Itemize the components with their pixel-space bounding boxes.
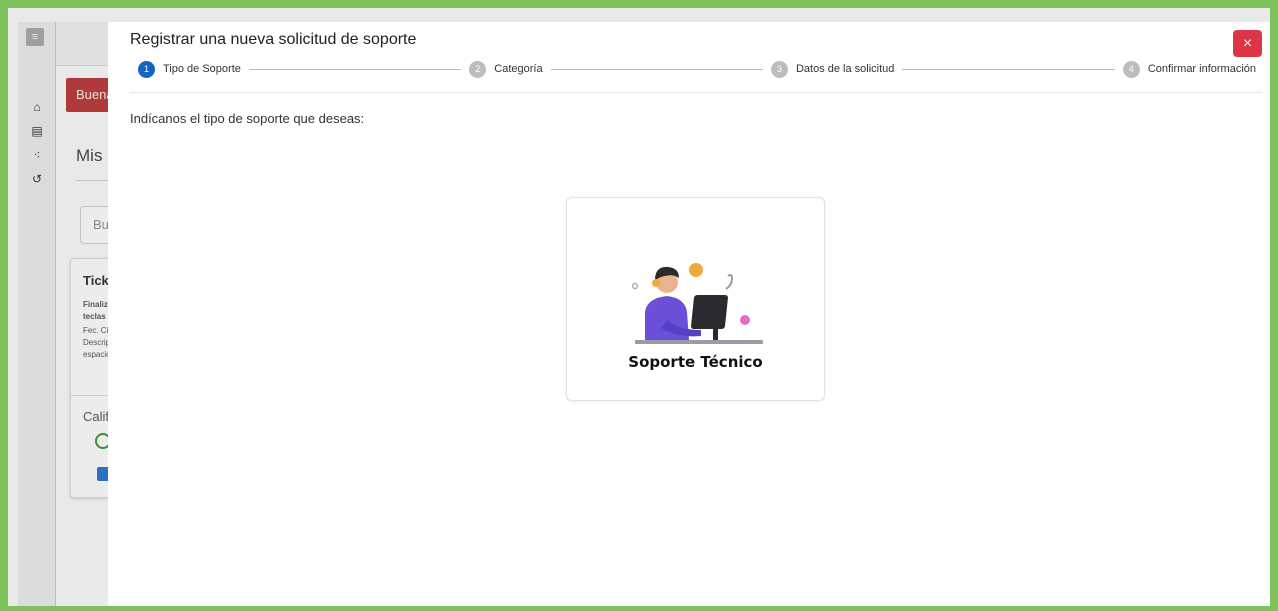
step-label: Datos de la solicitud: [795, 63, 895, 75]
header-divider: [130, 92, 1262, 93]
step-connector: [550, 68, 763, 70]
step-label: Confirmar información: [1147, 63, 1257, 75]
new-ticket-icon[interactable]: ▤: [30, 124, 44, 138]
home-icon[interactable]: ⌂: [30, 100, 44, 114]
support-request-modal: Registrar una nueva solicitud de soporte…: [108, 22, 1270, 606]
ticket-line: Finaliz: [83, 300, 108, 309]
step-connector: [902, 68, 1115, 70]
step-label: Tipo de Soporte: [163, 63, 241, 75]
step-number-badge: 3: [770, 60, 788, 78]
close-button[interactable]: ×: [1233, 30, 1262, 57]
side-rail: ≡ ⌂ ▤ ⁖ ↺: [18, 22, 56, 606]
org-chart-icon[interactable]: ⁖: [30, 148, 44, 162]
step-number-badge: 2: [469, 60, 487, 78]
stepper: 1 Tipo de Soporte 2 Categoría 3 Datos de…: [138, 59, 1256, 79]
step-confirmar-informacion[interactable]: 4 Confirmar información: [1122, 60, 1257, 78]
ticket-line: espacio: [83, 350, 111, 359]
option-soporte-tecnico[interactable]: Soporte Técnico: [566, 197, 825, 401]
history-icon[interactable]: ↺: [30, 172, 44, 186]
step-tipo-de-soporte[interactable]: 1 Tipo de Soporte: [138, 60, 241, 78]
step-label: Categoría: [494, 63, 543, 75]
step-connector: [248, 68, 462, 70]
step-number-badge: 4: [1122, 60, 1140, 78]
step-datos-solicitud[interactable]: 3 Datos de la solicitud: [770, 60, 895, 78]
step-number-badge: 1: [138, 60, 155, 78]
step-categoria[interactable]: 2 Categoría: [469, 60, 543, 78]
menu-icon[interactable]: ≡: [26, 28, 44, 46]
option-label: Soporte Técnico: [628, 353, 763, 371]
ticket-line: Descrip: [83, 338, 111, 347]
modal-title: Registrar una nueva solicitud de soporte: [130, 31, 417, 48]
support-agent-illustration-icon: [631, 263, 763, 344]
ticket-line: Fec. Ci: [83, 326, 109, 335]
ticket-line: teclas: [83, 312, 106, 321]
support-type-prompt: Indícanos el tipo de soporte que deseas:: [130, 111, 365, 126]
